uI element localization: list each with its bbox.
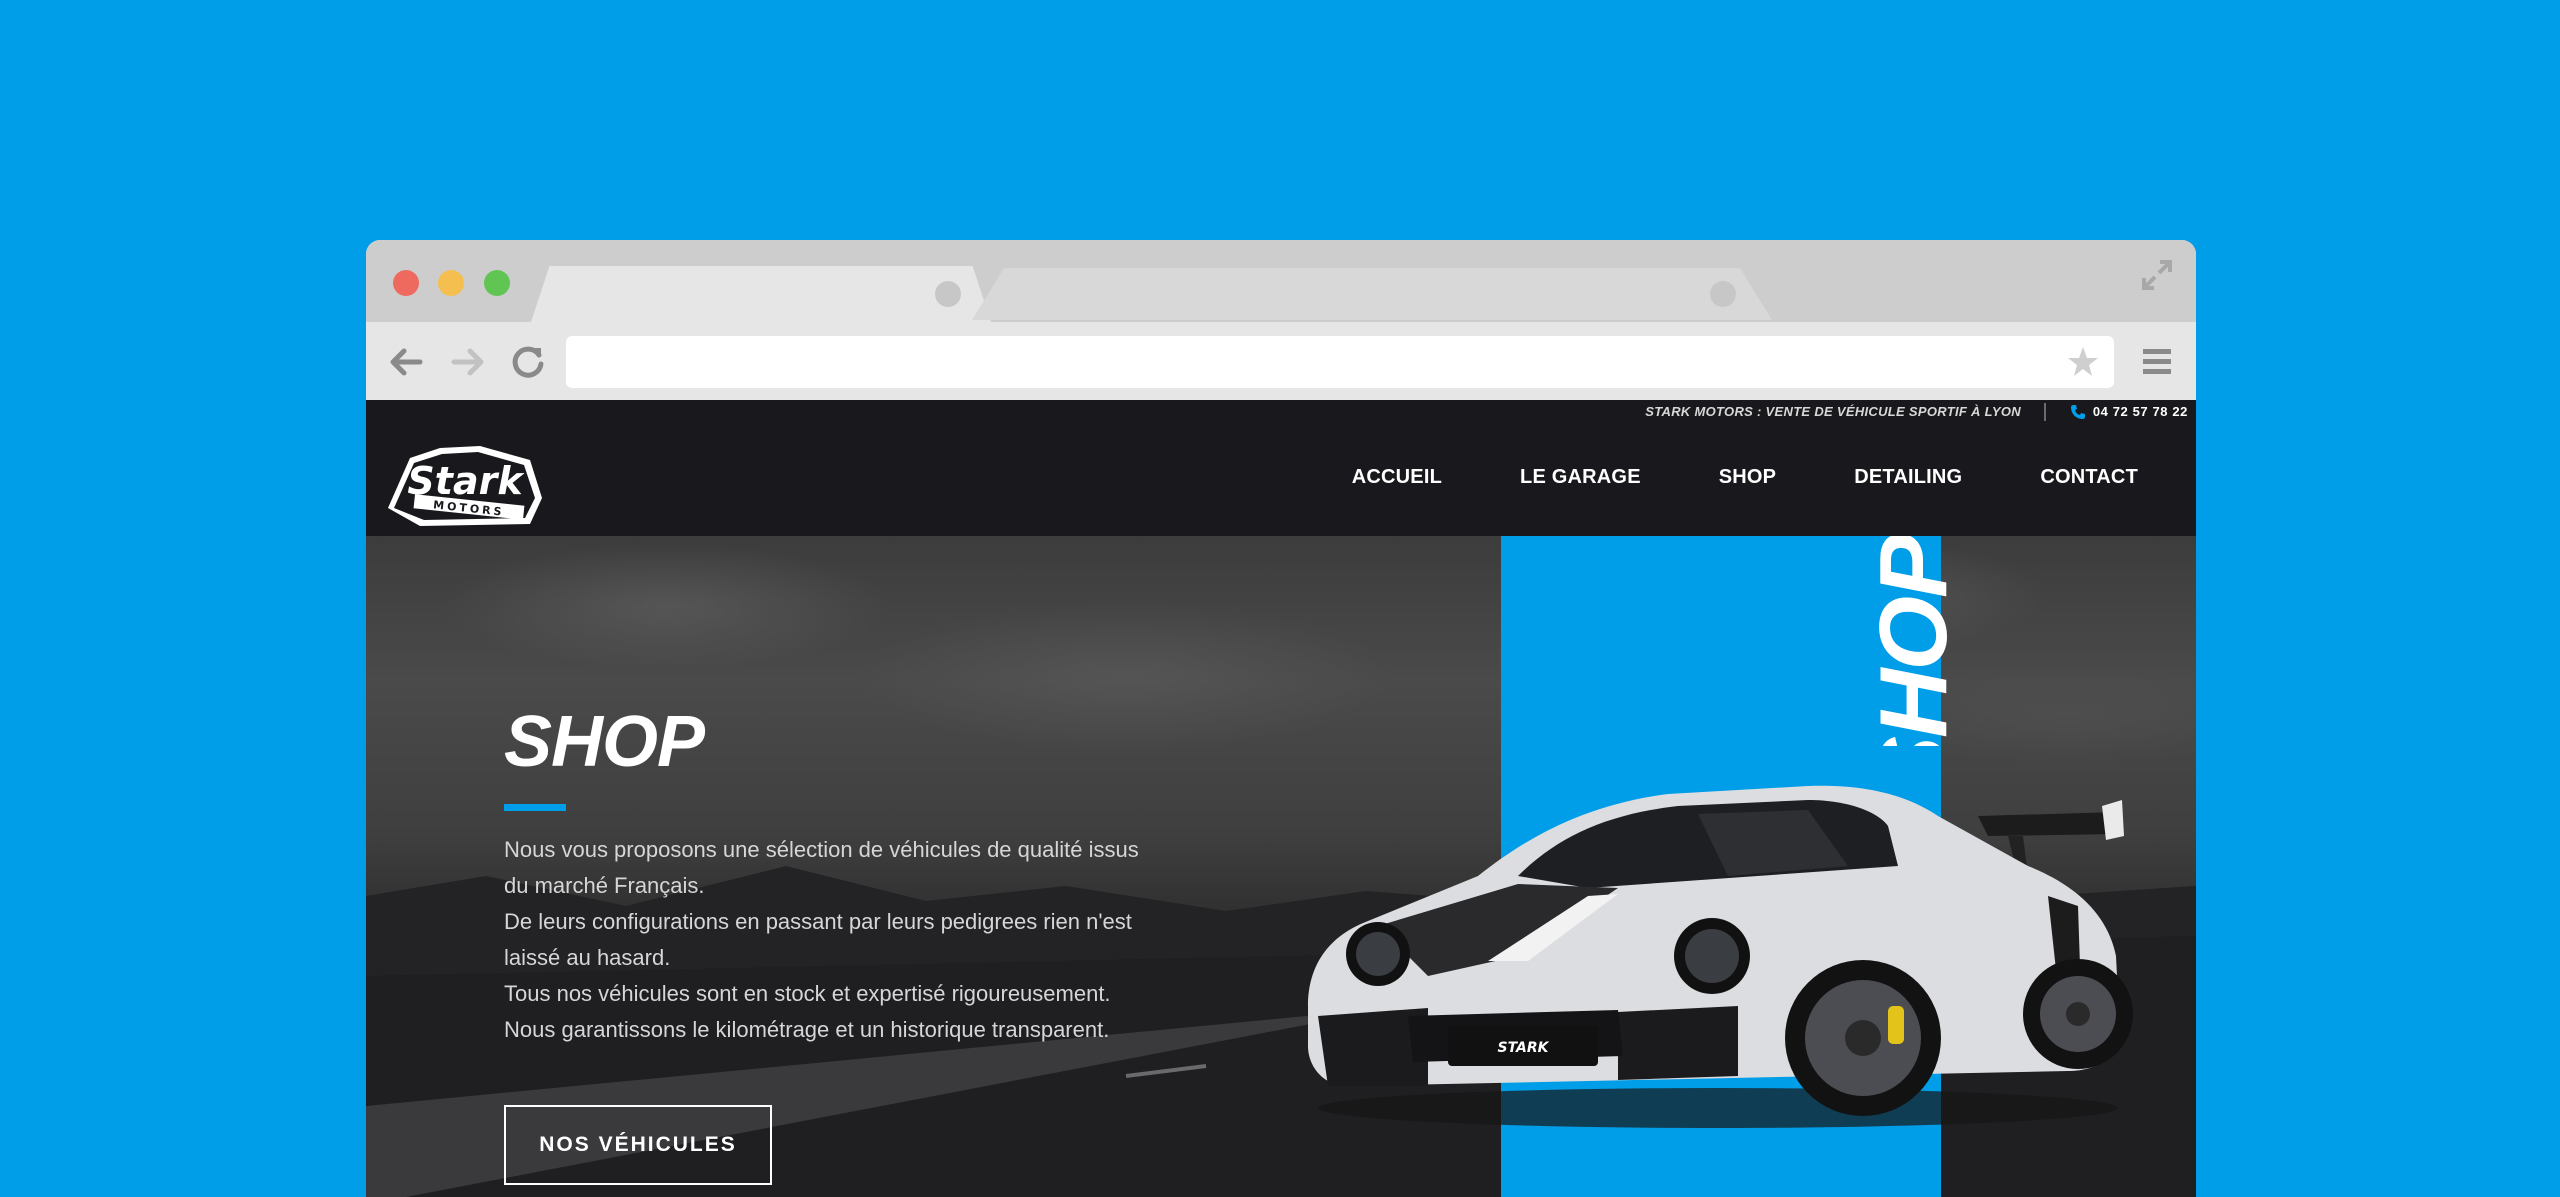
main-navigation: ACCUEIL LE GARAGE SHOP DETAILING CONTACT	[1352, 466, 2138, 489]
expand-icon[interactable]	[2140, 258, 2174, 292]
description-line: De leurs configurations en passant par l…	[504, 909, 1132, 934]
maximize-window-button[interactable]	[484, 270, 510, 296]
nav-contact[interactable]: CONTACT	[2040, 466, 2138, 489]
description-line: Nous vous proposons une sélection de véh…	[504, 837, 1139, 862]
minimize-window-button[interactable]	[438, 270, 464, 296]
description-line: laissé au hasard.	[504, 945, 671, 970]
top-info-bar: STARK MOTORS : VENTE DE VÉHICULE SPORTIF…	[366, 400, 2196, 424]
tab-bar	[366, 240, 2196, 322]
tab-active[interactable]	[531, 266, 991, 322]
hero-description: Nous vous proposons une sélection de véh…	[504, 832, 1204, 1048]
close-window-button[interactable]	[393, 270, 419, 296]
tab-close-icon[interactable]	[1710, 281, 1736, 307]
divider	[2044, 403, 2046, 421]
description-line: du marché Français.	[504, 873, 705, 898]
back-arrow-icon[interactable]	[386, 342, 426, 382]
nav-shop[interactable]: SHOP	[1719, 466, 1776, 489]
phone-number[interactable]: 04 72 57 78 22	[2093, 404, 2188, 419]
nos-vehicules-button[interactable]: NOS VÉHICULES	[504, 1105, 772, 1185]
page-title: SHOP	[504, 702, 705, 782]
vertical-shop-text: SHOP	[1866, 536, 1962, 746]
tab-close-icon[interactable]	[935, 281, 961, 307]
phone-icon	[2071, 405, 2085, 419]
hero-section: SHOP SHOP Nous vous proposons une sélect…	[366, 536, 2196, 1197]
address-bar[interactable]	[566, 336, 2114, 388]
plate-logo: STARK	[1497, 1040, 1549, 1056]
description-line: Tous nos véhicules sont en stock et expe…	[504, 981, 1111, 1006]
reload-icon[interactable]	[508, 342, 548, 382]
nav-accueil[interactable]: ACCUEIL	[1352, 466, 1442, 489]
star-icon[interactable]	[2066, 345, 2100, 379]
browser-toolbar	[366, 322, 2196, 400]
nav-le-garage[interactable]: LE GARAGE	[1520, 466, 1641, 489]
stark-motors-logo[interactable]: Stark MOTORS	[380, 438, 550, 534]
title-underline	[504, 804, 566, 811]
porsche-car-image: STARK	[1308, 785, 2133, 1128]
description-line: Nous garantissons le kilométrage et un h…	[504, 1017, 1110, 1042]
forward-arrow-icon[interactable]	[448, 342, 488, 382]
nav-detailing[interactable]: DETAILING	[1854, 466, 1962, 489]
website: STARK MOTORS : VENTE DE VÉHICULE SPORTIF…	[366, 400, 2196, 1197]
site-header: Stark MOTORS ACCUEIL LE GARAGE SHOP DETA…	[366, 424, 2196, 536]
browser-window: STARK MOTORS : VENTE DE VÉHICULE SPORTIF…	[366, 240, 2196, 1197]
tagline: STARK MOTORS : VENTE DE VÉHICULE SPORTIF…	[1645, 404, 2021, 419]
tab-inactive[interactable]	[972, 268, 1772, 320]
menu-icon[interactable]	[2140, 344, 2174, 378]
